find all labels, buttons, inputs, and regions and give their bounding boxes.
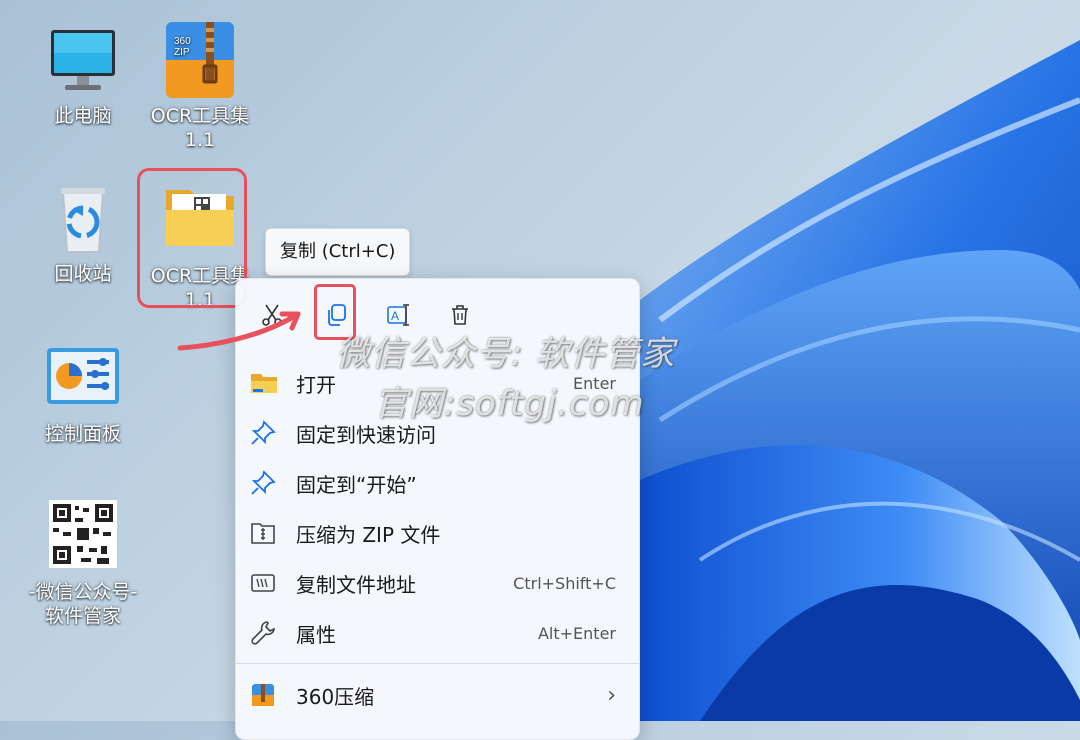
desktop-icon-label: -微信公众号- [28, 581, 138, 603]
desktop-icon-label-line2: 软件管家 [44, 605, 121, 627]
menu-item-label: 复制文件地址 [296, 572, 416, 597]
360-zip-icon [250, 680, 290, 710]
desktop-icon-label: 控制面板 [44, 423, 121, 445]
menu-item-copy-path[interactable]: 复制文件地址 Ctrl+Shift+C [250, 559, 626, 607]
zip-folder-icon [250, 518, 290, 548]
menu-item-label: 压缩为 ZIP 文件 [296, 522, 441, 547]
desktop-icon-label-line2: 1.1 [184, 129, 216, 151]
svg-text:A: A [391, 309, 399, 323]
menu-separator [236, 663, 639, 664]
folder-icon [250, 368, 290, 398]
pin-icon [250, 418, 290, 448]
menu-item-label: 属性 [296, 622, 336, 647]
copy-path-icon [250, 568, 290, 598]
copy-tooltip: 复制 (Ctrl+C) [265, 228, 411, 276]
zip-archive-icon: 360 ZIP [160, 22, 240, 102]
desktop-icon-this-pc[interactable]: 此电脑 [28, 22, 138, 128]
pin-icon [250, 468, 290, 498]
monitor-icon [43, 22, 123, 102]
submenu-arrow-icon: › [607, 682, 616, 708]
menu-item-label: 360压缩 [296, 684, 375, 709]
desktop-icon-label: 回收站 [54, 263, 112, 285]
desktop-icon-recycle-bin[interactable]: 回收站 [28, 180, 138, 286]
menu-item-shortcut: Alt+Enter [537, 623, 616, 643]
annotation-arrow-icon [177, 311, 301, 351]
trash-icon [452, 305, 468, 325]
desktop-icon-label: OCR工具集 [150, 105, 250, 127]
recycle-bin-icon [43, 180, 123, 260]
menu-item-pin-start[interactable]: 固定到“开始” [250, 459, 626, 507]
wrench-icon [250, 618, 290, 648]
menu-item-shortcut: Ctrl+Shift+C [513, 573, 616, 593]
menu-item-360-compress[interactable]: 360压缩 › [250, 671, 626, 719]
desktop-icon-label: 此电脑 [54, 105, 112, 127]
watermark-line-1: 微信公众号: 软件管家 [336, 334, 676, 374]
selected-folder-highlight [137, 168, 247, 308]
rename-icon: A [387, 304, 409, 326]
control-panel-icon [43, 340, 123, 420]
watermark-line-2: 官网:softgj.com [374, 384, 645, 424]
zip-badge-text-2: ZIP [174, 47, 190, 58]
menu-item-compress-zip[interactable]: 压缩为 ZIP 文件 [250, 509, 626, 557]
zip-badge-text: 360 [174, 36, 191, 47]
qr-code-icon [43, 498, 123, 578]
desktop-icon-ocr-zip[interactable]: 360 ZIP OCR工具集 1.1 [145, 22, 255, 152]
desktop-icon-wechat-qr[interactable]: -微信公众号- 软件管家 [28, 498, 138, 628]
desktop-icon-control-panel[interactable]: 控制面板 [28, 340, 138, 446]
menu-item-properties[interactable]: 属性 Alt+Enter [250, 609, 626, 657]
menu-item-label: 固定到“开始” [296, 472, 417, 497]
